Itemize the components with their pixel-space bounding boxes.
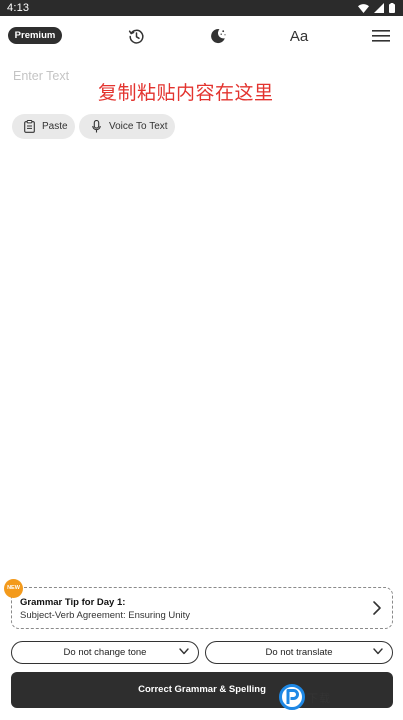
- translate-selected-value: Do not translate: [265, 647, 333, 658]
- tip-subtitle: Subject-Verb Agreement: Ensuring Unity: [20, 610, 191, 621]
- translate-dropdown[interactable]: Do not translate: [205, 641, 393, 664]
- tone-selected-value: Do not change tone: [63, 647, 147, 658]
- new-badge: NEW: [4, 579, 23, 598]
- chevron-down-icon: [179, 648, 189, 655]
- grammar-tip-card[interactable]: Grammar Tip for Day 1: Subject-Verb Agre…: [11, 587, 393, 629]
- voice-to-text-button[interactable]: Voice To Text: [79, 114, 175, 139]
- tip-title: Grammar Tip for Day 1:: [20, 597, 126, 608]
- premium-button[interactable]: Premium: [8, 27, 62, 44]
- microphone-icon: [90, 120, 103, 133]
- paste-label: Paste: [42, 121, 68, 132]
- status-bar: 4:13: [0, 0, 403, 16]
- battery-icon: [389, 3, 395, 13]
- moon-icon[interactable]: [207, 25, 229, 47]
- text-input-placeholder[interactable]: Enter Text: [13, 69, 69, 83]
- font-size-icon[interactable]: Aa: [288, 25, 310, 47]
- chevron-down-icon: [373, 648, 383, 655]
- clipboard-icon: [23, 120, 36, 133]
- history-icon[interactable]: [125, 25, 147, 47]
- tone-dropdown[interactable]: Do not change tone: [11, 641, 199, 664]
- overlay-caption: 复制粘贴内容在这里: [98, 82, 274, 104]
- cell-signal-icon: [374, 3, 384, 13]
- wifi-icon: [358, 3, 369, 13]
- top-toolbar: Premium Aa: [0, 18, 403, 52]
- voice-to-text-label: Voice To Text: [109, 121, 168, 132]
- hamburger-menu-icon[interactable]: [370, 25, 392, 47]
- correct-grammar-button[interactable]: Correct Grammar & Spelling: [11, 672, 393, 708]
- status-time: 4:13: [7, 2, 30, 14]
- status-icons: [358, 3, 395, 13]
- app-screen: 4:13 Premium Aa Enter Text 复制粘贴内容在这里 Pas…: [0, 0, 403, 720]
- chevron-right-icon: [373, 601, 381, 615]
- paste-button[interactable]: Paste: [12, 114, 75, 139]
